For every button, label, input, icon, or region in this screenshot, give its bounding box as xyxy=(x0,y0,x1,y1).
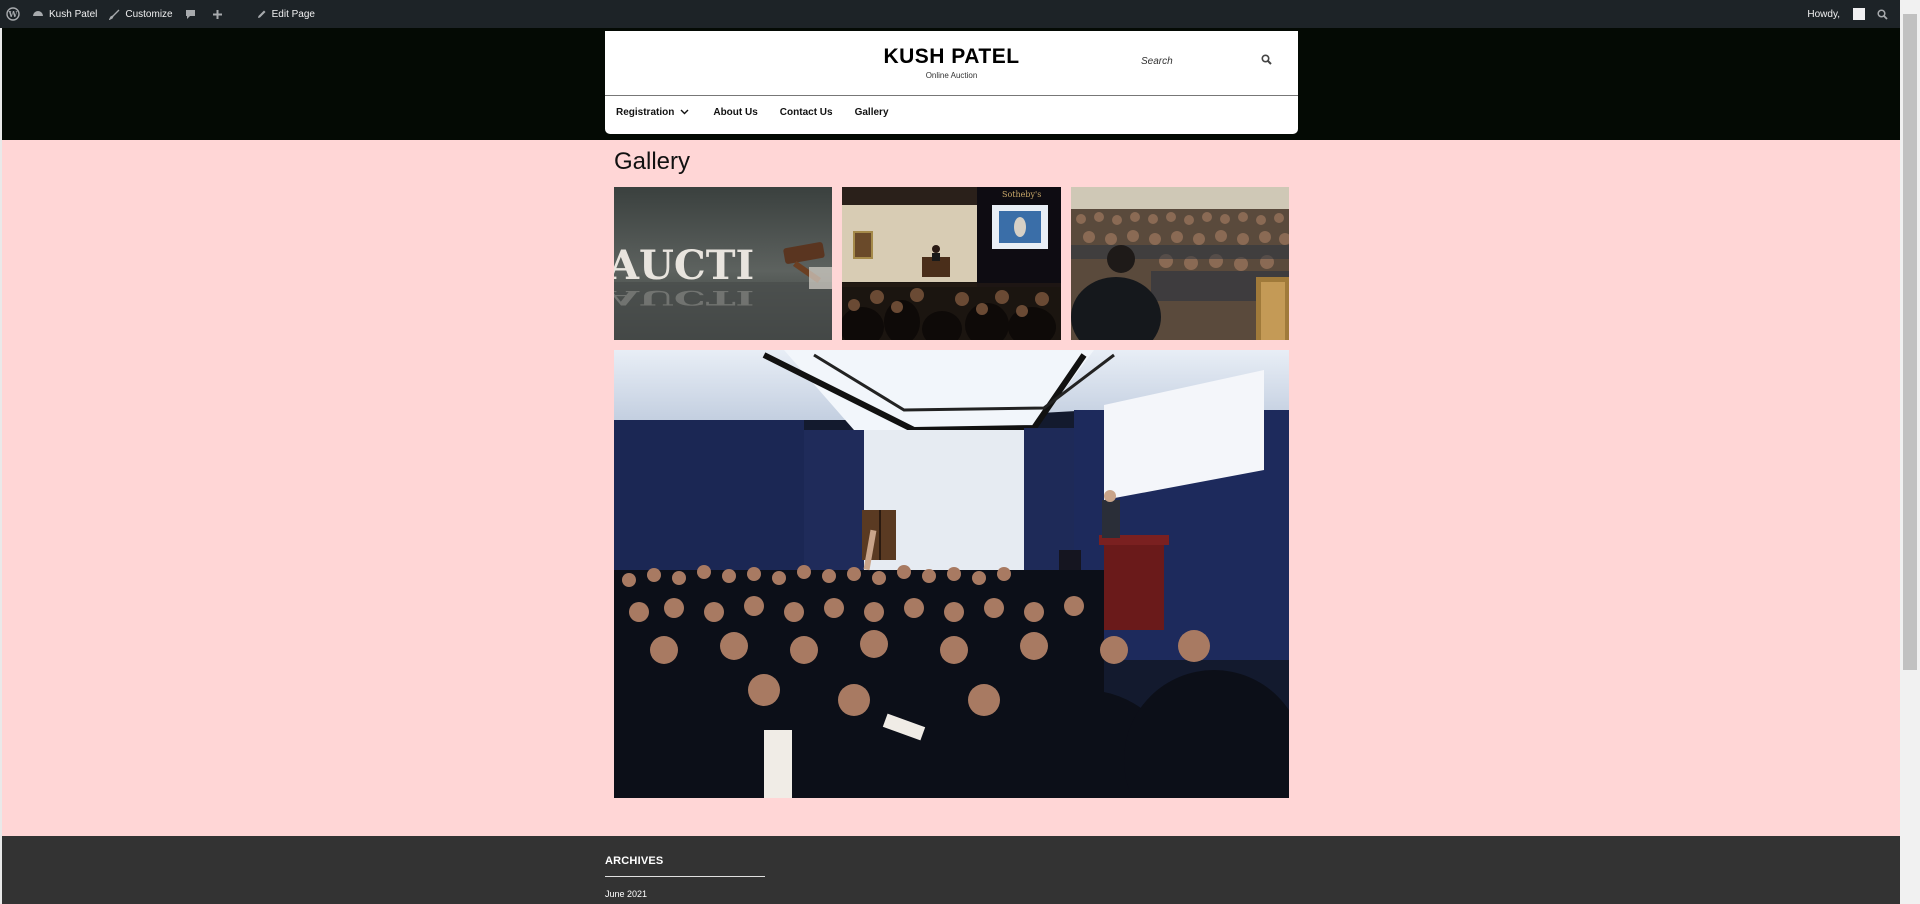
nav-item-label: Contact Us xyxy=(779,107,833,118)
wordpress-logo-button[interactable]: W xyxy=(0,0,26,28)
customize-link[interactable]: Customize xyxy=(103,0,178,28)
avatar xyxy=(1853,8,1865,20)
dashboard-icon xyxy=(32,8,44,20)
main-navigation: Registration About Us Contact Us Gallery xyxy=(616,107,911,118)
site-name-label: Kush Patel xyxy=(49,8,98,20)
howdy-label: Howdy, xyxy=(1807,8,1840,20)
admin-bar-secondary: Howdy, xyxy=(1801,0,1894,28)
nav-item-label: Registration xyxy=(616,107,675,118)
gallery-image-auction-hall[interactable] xyxy=(614,350,1289,798)
gallery-image-auction-gavel[interactable]: AUCTI AUCTI xyxy=(614,187,832,340)
nav-item-about-us[interactable]: About Us xyxy=(713,107,757,118)
search-icon xyxy=(1877,8,1888,20)
gallery-image-auction-room[interactable]: Sotheby's xyxy=(842,187,1061,340)
search-input[interactable]: Search xyxy=(1135,56,1173,67)
site-name-link[interactable]: Kush Patel xyxy=(26,0,103,28)
nav-item-registration[interactable]: Registration xyxy=(616,107,689,118)
svg-text:Sotheby's: Sotheby's xyxy=(1002,190,1041,199)
customize-label: Customize xyxy=(125,8,173,20)
my-account-link[interactable]: Howdy, xyxy=(1801,0,1871,28)
archives-divider xyxy=(605,876,765,877)
header-divider xyxy=(605,95,1298,96)
chevron-down-icon xyxy=(680,107,689,118)
nav-item-label: About Us xyxy=(713,107,758,118)
archive-link-june-2021[interactable]: June 2021 xyxy=(605,889,647,899)
comments-link[interactable] xyxy=(179,0,202,28)
search-submit-button[interactable] xyxy=(1257,52,1275,70)
wordpress-icon: W xyxy=(6,7,20,21)
archives-widget-title: ARCHIVES xyxy=(605,855,664,867)
site-header: KUSH PATEL Online Auction Search Registr… xyxy=(605,31,1298,134)
page-title: Gallery xyxy=(614,148,691,175)
page-scrollbar[interactable] xyxy=(1900,0,1920,904)
nav-item-label: Gallery xyxy=(854,107,889,118)
search-icon xyxy=(1260,52,1272,70)
new-content-link[interactable] xyxy=(206,0,240,28)
svg-text:AUCTI: AUCTI xyxy=(614,286,754,309)
edit-page-link[interactable]: Edit Page xyxy=(250,0,321,28)
scrollbar-thumb[interactable] xyxy=(1903,14,1917,670)
site-footer: ARCHIVES June 2021 xyxy=(2,836,1900,904)
search-form: Search xyxy=(1135,49,1275,73)
admin-bar: W Kush Patel Customize Edit Page Howdy, xyxy=(0,0,1920,28)
brush-icon xyxy=(109,9,120,20)
plus-icon xyxy=(212,9,223,20)
gallery-image-crowd[interactable] xyxy=(1071,187,1289,340)
nav-item-gallery[interactable]: Gallery xyxy=(855,107,889,118)
svg-text:AUCTI: AUCTI xyxy=(614,242,754,289)
nav-item-contact-us[interactable]: Contact Us xyxy=(780,107,833,118)
edit-page-label: Edit Page xyxy=(271,8,315,20)
comment-icon xyxy=(185,9,196,20)
admin-search-button[interactable] xyxy=(1871,0,1894,28)
svg-text:W: W xyxy=(8,9,19,19)
pencil-icon xyxy=(256,9,267,20)
